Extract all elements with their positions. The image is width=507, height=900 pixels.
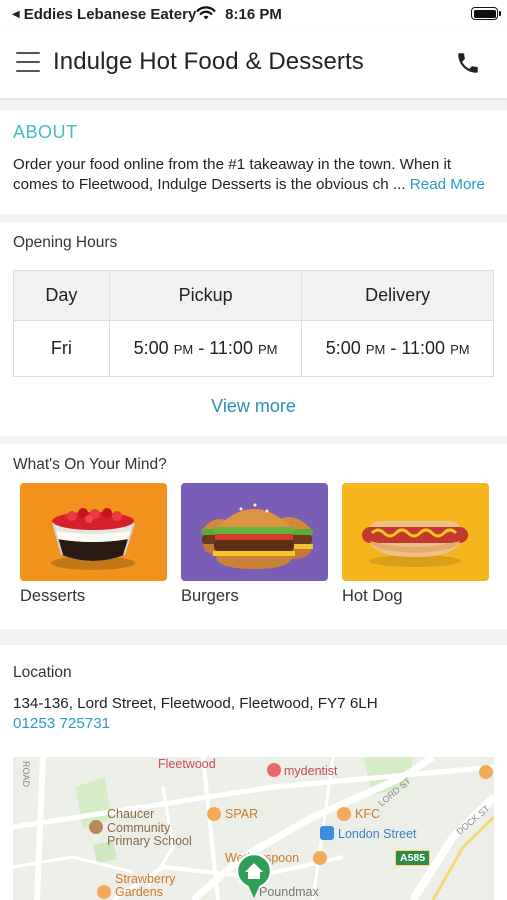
opening-hours-table: Day Pickup Delivery Fri 5:00 PM - 11:00 … [13, 270, 494, 377]
category-label: Hot Dog [342, 587, 403, 605]
opening-hours-label: Opening Hours [13, 234, 118, 251]
row-pickup: 5:00 PM - 11:00 PM [108, 320, 303, 377]
time-separator: - [390, 338, 397, 358]
header-delivery: Delivery [301, 270, 494, 321]
back-app-label: Eddies Lebanese Eatery [23, 5, 197, 23]
map-label-community: Community [107, 821, 171, 835]
restaurant-pin-icon [97, 885, 111, 899]
map-label-a585: A585 [395, 850, 431, 866]
page-title: Indulge Hot Food & Desserts [53, 48, 364, 75]
header-day: Day [13, 270, 110, 321]
shop-pin-icon [479, 765, 493, 779]
location-label: Location [13, 664, 72, 681]
pub-pin-icon [313, 851, 327, 865]
menu-icon[interactable] [16, 52, 40, 72]
time-separator: - [198, 338, 205, 358]
map-label-mydentist: mydentist [284, 764, 338, 778]
burgers-image[interactable] [181, 483, 328, 581]
delivery-to: 11:00 [401, 338, 446, 358]
map-label-chaucer: Chaucer [107, 807, 155, 821]
hot-dog-image[interactable] [342, 483, 489, 581]
delivery-to-ampm: PM [450, 342, 470, 357]
app-header: Indulge Hot Food & Desserts [0, 28, 507, 98]
pickup-to: 11:00 [209, 338, 253, 358]
row-delivery: 5:00 PM - 11:00 PM [301, 320, 494, 377]
status-bar: ◀ Eddies Lebanese Eatery 8:16 PM [0, 0, 507, 28]
category-hot-dog[interactable]: Hot Dog [342, 483, 489, 606]
category-label: Burgers [181, 587, 239, 605]
home-pin-icon[interactable] [235, 852, 273, 900]
map-label-fleetwood: Fleetwood [158, 757, 216, 771]
header-pickup: Pickup [108, 270, 303, 321]
category-label: Desserts [20, 587, 86, 605]
categories-label: What's On Your Mind? [13, 456, 167, 473]
location-map[interactable]: Fleetwood mydentist ROAD LORD ST DOCK ST… [13, 757, 494, 900]
about-text: Order your food online from the #1 takea… [13, 155, 497, 195]
address-text: 134-136, Lord Street, Fleetwood, Fleetwo… [13, 695, 378, 712]
spar-pin-icon [207, 807, 221, 821]
category-burgers[interactable]: Burgers [181, 483, 328, 606]
map-label-spar: SPAR [225, 807, 259, 821]
pickup-from-ampm: PM [173, 342, 194, 357]
map-label-kfc: KFC [355, 807, 380, 821]
map-label-strawberry: Strawberry [115, 872, 176, 886]
pickup-to-ampm: PM [257, 342, 278, 357]
about-description: Order your food online from the #1 takea… [13, 156, 452, 193]
table-header-row: Day Pickup Delivery [13, 270, 494, 321]
chevron-back-icon: ◀ [12, 8, 20, 20]
view-more-link[interactable]: View more [0, 396, 507, 417]
delivery-from-ampm: PM [365, 342, 386, 357]
opening-hours-section: Opening Hours Day Pickup Delivery Fri 5:… [0, 222, 507, 436]
map-label-gardens: Gardens [115, 885, 163, 899]
kfc-pin-icon [337, 807, 351, 821]
battery-icon [471, 7, 501, 20]
dentist-pin-icon [267, 763, 281, 777]
location-section: Location 134-136, Lord Street, Fleetwood… [0, 645, 507, 900]
delivery-from: 5:00 [325, 338, 361, 358]
school-pin-icon [89, 820, 103, 834]
row-day: Fri [13, 320, 110, 377]
map-label-road: ROAD [21, 761, 31, 788]
back-to-app[interactable]: ◀ Eddies Lebanese Eatery [12, 6, 196, 23]
categories-section: What's On Your Mind? Desserts Burgers Ho… [0, 444, 507, 629]
phone-icon[interactable] [455, 50, 481, 76]
table-row: Fri 5:00 PM - 11:00 PM 5:00 PM - 11:00 P… [13, 320, 494, 377]
category-desserts[interactable]: Desserts [20, 483, 167, 606]
category-list: Desserts Burgers Hot Dog [20, 483, 489, 606]
map-label-primary: Primary School [107, 834, 192, 848]
about-section: ABOUT Order your food online from the #1… [0, 110, 507, 214]
wifi-icon [196, 6, 216, 20]
map-label-london-street: London Street [338, 827, 417, 841]
train-station-icon [320, 826, 334, 840]
phone-link[interactable]: 01253 725731 [13, 715, 110, 732]
desserts-image[interactable] [20, 483, 167, 581]
read-more-link[interactable]: Read More [410, 176, 485, 193]
about-title: ABOUT [13, 122, 78, 142]
pickup-from: 5:00 [133, 338, 169, 358]
